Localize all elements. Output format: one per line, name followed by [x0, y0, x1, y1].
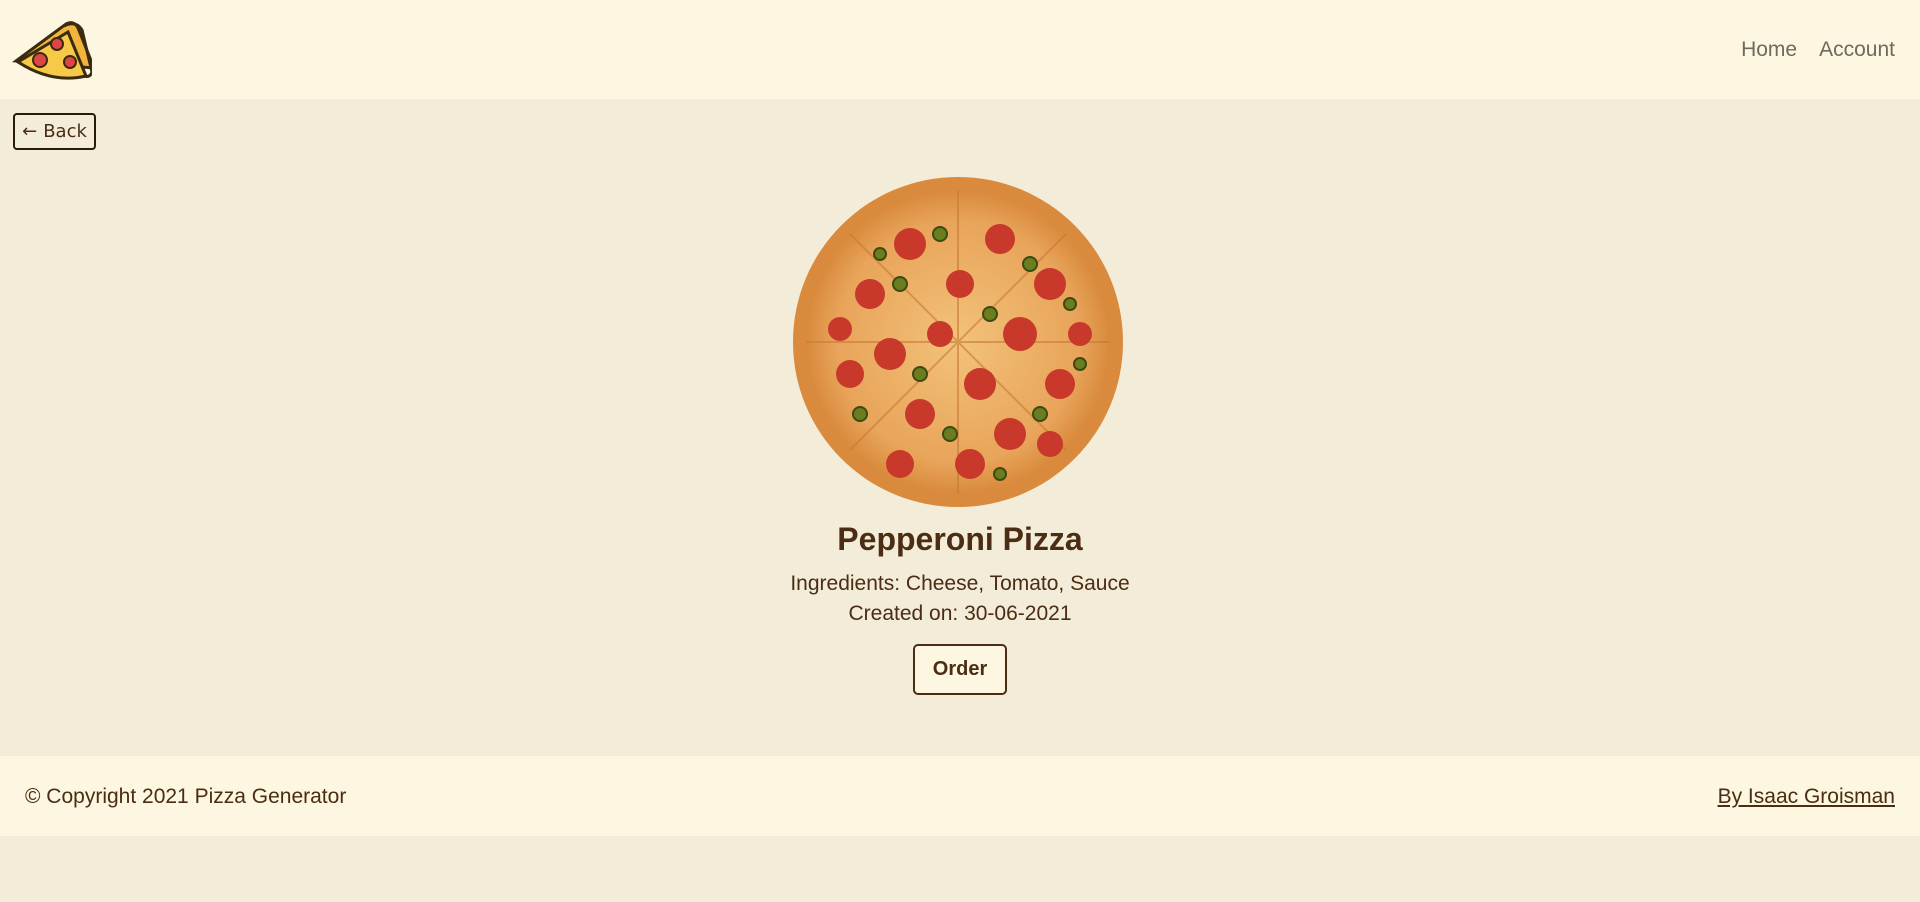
navbar: Home Account	[0, 0, 1920, 99]
footer: © Copyright 2021 Pizza Generator By Isaa…	[0, 756, 1920, 836]
pizza-created-date: Created on: 30-06-2021	[848, 602, 1072, 625]
pepperoni-pizza-image	[793, 177, 1123, 507]
author-link[interactable]: By Isaac Groisman	[1718, 785, 1895, 809]
pizza-title: Pepperoni Pizza	[837, 521, 1083, 557]
back-button[interactable]: ← Back	[13, 113, 96, 150]
arrow-left-icon: ←	[22, 121, 38, 142]
nav-account-link[interactable]: Account	[1819, 38, 1895, 62]
back-button-label: Back	[43, 121, 87, 142]
nav-home-link[interactable]: Home	[1741, 38, 1797, 62]
nav-links: Home Account	[1741, 38, 1895, 62]
pizza-ingredients: Ingredients: Cheese, Tomato, Sauce	[790, 572, 1130, 595]
copyright-text: © Copyright 2021 Pizza Generator	[25, 785, 347, 808]
pizza-slice-icon[interactable]	[12, 14, 92, 86]
order-button[interactable]: Order	[913, 644, 1007, 695]
